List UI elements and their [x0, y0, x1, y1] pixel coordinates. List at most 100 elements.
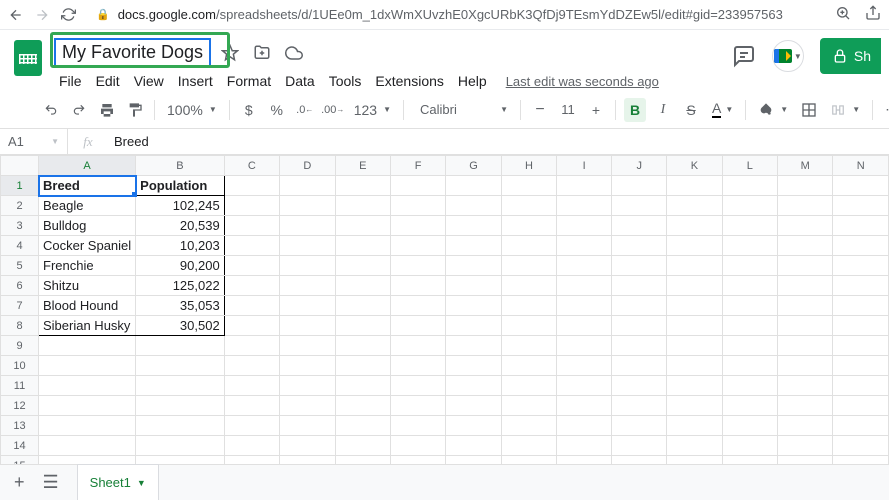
- cell-C13[interactable]: [224, 416, 279, 436]
- cell-H10[interactable]: [501, 356, 556, 376]
- forward-button[interactable]: [34, 7, 50, 23]
- cell-A3[interactable]: Bulldog: [39, 216, 136, 236]
- font-size-decrease[interactable]: −: [529, 98, 551, 122]
- increase-decimal-button[interactable]: .00→: [322, 98, 344, 122]
- cell-E4[interactable]: [335, 236, 390, 256]
- cell-A6[interactable]: Shitzu: [39, 276, 136, 296]
- cell-B6[interactable]: 125,022: [136, 276, 225, 296]
- cell-B7[interactable]: 35,053: [136, 296, 225, 316]
- cell-B2[interactable]: 102,245: [136, 196, 225, 216]
- cell-D7[interactable]: [280, 296, 335, 316]
- cell-N10[interactable]: [833, 356, 889, 376]
- more-toolbar-button[interactable]: ⋯: [881, 98, 889, 122]
- cell-M6[interactable]: [777, 276, 833, 296]
- row-header-8[interactable]: 8: [1, 316, 39, 336]
- cell-F9[interactable]: [390, 336, 445, 356]
- cell-K5[interactable]: [667, 256, 722, 276]
- menu-edit[interactable]: Edit: [91, 71, 125, 91]
- col-header-F[interactable]: F: [390, 156, 445, 176]
- cell-G14[interactable]: [446, 436, 502, 456]
- cell-H11[interactable]: [501, 376, 556, 396]
- cell-J12[interactable]: [612, 396, 667, 416]
- cell-M11[interactable]: [777, 376, 833, 396]
- reload-button[interactable]: [60, 7, 76, 23]
- col-header-C[interactable]: C: [224, 156, 279, 176]
- cell-C12[interactable]: [224, 396, 279, 416]
- cell-C6[interactable]: [224, 276, 279, 296]
- cell-E10[interactable]: [335, 356, 390, 376]
- decrease-decimal-button[interactable]: .0←: [294, 98, 316, 122]
- cell-E11[interactable]: [335, 376, 390, 396]
- currency-button[interactable]: $: [238, 98, 260, 122]
- print-button[interactable]: [96, 98, 118, 122]
- cell-J4[interactable]: [612, 236, 667, 256]
- italic-button[interactable]: I: [652, 98, 674, 122]
- cell-D8[interactable]: [280, 316, 335, 336]
- zoom-icon[interactable]: [835, 5, 851, 24]
- cell-F8[interactable]: [390, 316, 445, 336]
- address-bar[interactable]: 🔒 docs.google.com/spreadsheets/d/1UEe0m_…: [86, 7, 825, 22]
- cell-N12[interactable]: [833, 396, 889, 416]
- cell-N3[interactable]: [833, 216, 889, 236]
- cell-H5[interactable]: [501, 256, 556, 276]
- star-icon[interactable]: [221, 44, 239, 62]
- cell-A4[interactable]: Cocker Spaniel: [39, 236, 136, 256]
- cell-C8[interactable]: [224, 316, 279, 336]
- menu-insert[interactable]: Insert: [173, 71, 218, 91]
- row-header-3[interactable]: 3: [1, 216, 39, 236]
- text-color-button[interactable]: A▼: [708, 98, 737, 122]
- row-header-4[interactable]: 4: [1, 236, 39, 256]
- cell-N8[interactable]: [833, 316, 889, 336]
- cell-L8[interactable]: [722, 316, 777, 336]
- move-icon[interactable]: [253, 44, 271, 62]
- menu-extensions[interactable]: Extensions: [370, 71, 448, 91]
- cell-J3[interactable]: [612, 216, 667, 236]
- cell-F10[interactable]: [390, 356, 445, 376]
- cell-F14[interactable]: [390, 436, 445, 456]
- cell-I7[interactable]: [557, 296, 612, 316]
- cell-B14[interactable]: [136, 436, 225, 456]
- document-title-input[interactable]: My Favorite Dogs: [54, 38, 211, 67]
- cell-F5[interactable]: [390, 256, 445, 276]
- cell-C9[interactable]: [224, 336, 279, 356]
- cell-L12[interactable]: [722, 396, 777, 416]
- cell-C4[interactable]: [224, 236, 279, 256]
- cell-G2[interactable]: [446, 196, 502, 216]
- cell-G8[interactable]: [446, 316, 502, 336]
- row-header-14[interactable]: 14: [1, 436, 39, 456]
- cell-M9[interactable]: [777, 336, 833, 356]
- font-select[interactable]: Calibri▼: [412, 98, 512, 122]
- cell-K11[interactable]: [667, 376, 722, 396]
- cell-E9[interactable]: [335, 336, 390, 356]
- cell-D10[interactable]: [280, 356, 335, 376]
- cell-E13[interactable]: [335, 416, 390, 436]
- cell-H9[interactable]: [501, 336, 556, 356]
- menu-format[interactable]: Format: [222, 71, 276, 91]
- row-header-6[interactable]: 6: [1, 276, 39, 296]
- cell-I12[interactable]: [557, 396, 612, 416]
- cell-G3[interactable]: [446, 216, 502, 236]
- cell-M14[interactable]: [777, 436, 833, 456]
- cell-D1[interactable]: [280, 176, 335, 196]
- name-box[interactable]: A1▼: [0, 129, 68, 154]
- cell-M7[interactable]: [777, 296, 833, 316]
- cell-J13[interactable]: [612, 416, 667, 436]
- formula-input[interactable]: Breed: [108, 134, 149, 149]
- cell-D3[interactable]: [280, 216, 335, 236]
- cell-J9[interactable]: [612, 336, 667, 356]
- cell-F13[interactable]: [390, 416, 445, 436]
- menu-file[interactable]: File: [54, 71, 87, 91]
- row-header-9[interactable]: 9: [1, 336, 39, 356]
- cell-D11[interactable]: [280, 376, 335, 396]
- cell-F2[interactable]: [390, 196, 445, 216]
- cell-M8[interactable]: [777, 316, 833, 336]
- row-header-13[interactable]: 13: [1, 416, 39, 436]
- cell-L2[interactable]: [722, 196, 777, 216]
- cell-B9[interactable]: [136, 336, 225, 356]
- cell-K8[interactable]: [667, 316, 722, 336]
- col-header-H[interactable]: H: [501, 156, 556, 176]
- cell-K3[interactable]: [667, 216, 722, 236]
- cell-N9[interactable]: [833, 336, 889, 356]
- cell-F3[interactable]: [390, 216, 445, 236]
- cell-D2[interactable]: [280, 196, 335, 216]
